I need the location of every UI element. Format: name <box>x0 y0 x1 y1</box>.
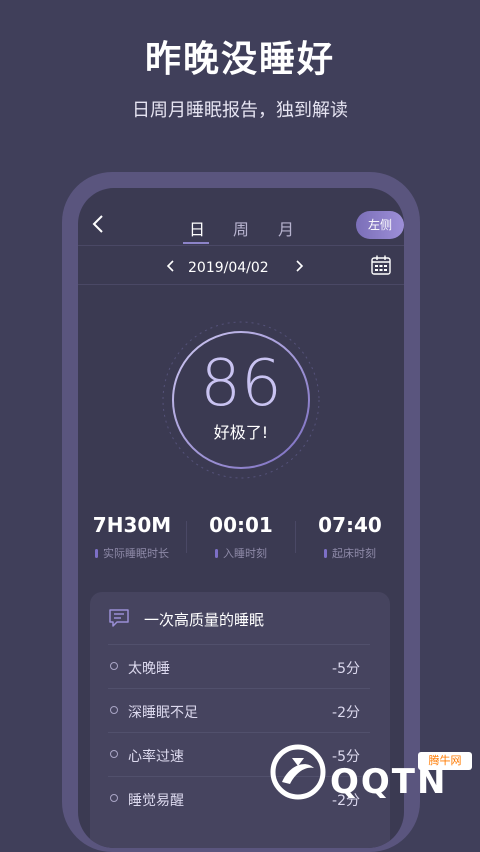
bullet-icon <box>110 794 118 802</box>
promo-headline: 昨晚没睡好 <box>144 39 335 80</box>
report-item-points: -5分 <box>332 661 360 677</box>
tab-week[interactable]: 周 <box>233 216 249 240</box>
bullet-icon <box>110 706 118 714</box>
sleep-score-value: 86 <box>200 347 282 421</box>
stat-value: 00:01 <box>209 513 273 537</box>
report-item: 深睡眠不足 -2分 <box>108 688 370 733</box>
sleep-score-dial: 86 好极了! <box>156 315 326 485</box>
report-item-name: 深睡眠不足 <box>128 705 198 721</box>
stat-sleep-time: 00:01 入睡时刻 <box>187 513 295 561</box>
calendar-icon[interactable] <box>370 254 392 276</box>
report-item-points: -2分 <box>332 705 360 721</box>
site-watermark: QQTN 腾牛网 <box>270 744 480 802</box>
date-bar: 2019/04/02 <box>78 246 404 284</box>
watermark-badge: 腾牛网 <box>418 752 472 770</box>
back-arrow-icon[interactable] <box>90 214 106 234</box>
report-title: 一次高质量的睡眠 <box>144 611 265 629</box>
stat-value: 7H30M <box>92 513 172 537</box>
stat-label: 入睡时刻 <box>223 547 267 560</box>
top-bar: 日 周 月 左侧 <box>78 188 404 246</box>
chevron-left-icon[interactable] <box>166 260 176 272</box>
date-label: 2019/04/02 <box>188 260 269 276</box>
active-tab-indicator <box>183 242 209 244</box>
report-item-name: 睡觉易醒 <box>128 793 184 809</box>
promo-subline: 日周月睡眠报告，独到解读 <box>132 100 348 121</box>
report-header: 一次高质量的睡眠 <box>90 592 390 644</box>
report-item-name: 太晚睡 <box>128 661 170 677</box>
side-toggle-button[interactable]: 左侧 <box>356 211 404 239</box>
report-item: 太晚睡 -5分 <box>108 644 370 689</box>
stat-sleep-duration: 7H30M 实际睡眠时长 <box>78 513 186 561</box>
sleep-stats: 7H30M 实际睡眠时长 00:01 入睡时刻 07:40 起床时刻 <box>78 513 404 563</box>
stat-label: 实际睡眠时长 <box>103 547 169 560</box>
stat-value: 07:40 <box>318 513 382 537</box>
sleep-score-label: 好极了! <box>213 423 269 442</box>
tab-day[interactable]: 日 <box>189 216 205 240</box>
bullet-icon <box>110 750 118 758</box>
stat-label: 起床时刻 <box>332 547 376 560</box>
watermark-logo-icon <box>270 744 326 800</box>
report-item-name: 心率过速 <box>128 749 184 765</box>
tab-month[interactable]: 月 <box>278 216 294 240</box>
stat-marker-icon <box>95 549 98 558</box>
sleep-report-card[interactable]: 一次高质量的睡眠 太晚睡 -5分 深睡眠不足 -2分 心率过速 -5分 睡觉易醒… <box>90 592 390 848</box>
stat-marker-icon <box>215 549 218 558</box>
bullet-icon <box>110 662 118 670</box>
divider <box>78 284 404 285</box>
stat-wake-time: 07:40 起床时刻 <box>296 513 404 561</box>
message-icon <box>109 609 129 627</box>
chevron-right-icon[interactable] <box>294 260 304 272</box>
stat-marker-icon <box>324 549 327 558</box>
